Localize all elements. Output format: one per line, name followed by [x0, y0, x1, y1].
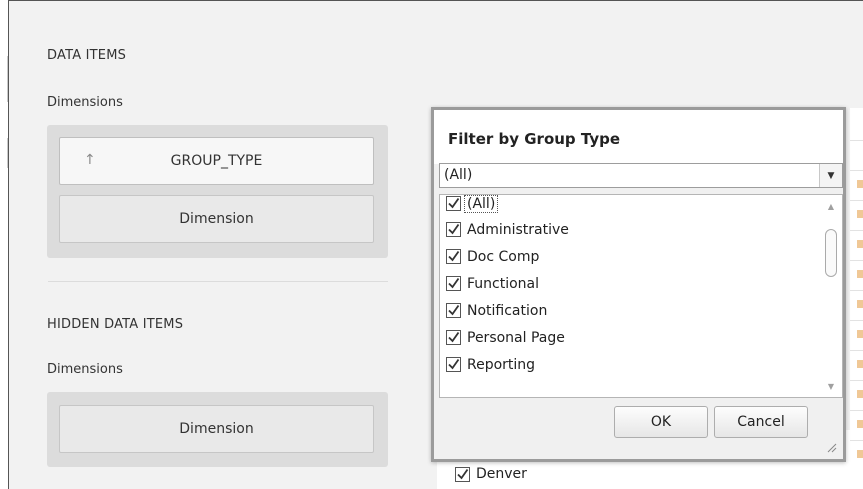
hidden-data-items-title: HIDDEN DATA ITEMS — [47, 317, 184, 332]
grid-row-line — [850, 200, 863, 201]
scroll-up-icon[interactable]: ▲ — [820, 197, 842, 215]
frame-border-top — [8, 0, 863, 1]
grid-row-line — [850, 230, 863, 231]
grid-row-line — [850, 350, 863, 351]
grid-cell-accent — [857, 360, 863, 368]
checkbox-checked-icon[interactable] — [455, 466, 470, 482]
grid-cell-accent — [857, 300, 863, 308]
checkbox-checked-icon[interactable] — [446, 276, 461, 291]
list-item-label: (All) — [463, 195, 499, 213]
grid-row-line — [850, 410, 863, 411]
grid-cell-accent — [857, 390, 863, 398]
sort-ascending-icon[interactable]: ↑ — [84, 152, 96, 168]
hidden-dimensions-drop-zone[interactable]: Dimension — [47, 392, 388, 467]
list-item-label: Administrative — [467, 221, 569, 238]
list-item-label: Notification — [467, 302, 548, 319]
list-item-administrative[interactable]: Administrative — [446, 216, 569, 243]
grid-row-line — [850, 170, 863, 171]
grid-cell-accent — [857, 240, 863, 248]
dimensions-drop-zone[interactable]: ↑ GROUP_TYPE Dimension — [47, 125, 388, 258]
checkbox-checked-icon[interactable] — [446, 196, 461, 211]
list-item-label: Personal Page — [467, 329, 565, 346]
frame-border-left — [8, 0, 9, 489]
background-grid — [850, 108, 863, 489]
group-type-label: GROUP_TYPE — [170, 153, 263, 169]
list-item-functional[interactable]: Functional — [446, 270, 539, 297]
grid-row-line — [850, 380, 863, 381]
grid-row-line — [850, 140, 863, 141]
data-items-title: DATA ITEMS — [47, 48, 127, 63]
scroll-down-icon[interactable]: ▼ — [820, 377, 842, 395]
dimension-placeholder[interactable]: Dimension — [59, 195, 374, 243]
filter-item-list[interactable]: (All) Administrative Doc Comp Functional — [439, 194, 843, 398]
list-item-personal-page[interactable]: Personal Page — [446, 324, 565, 351]
grid-row-line — [850, 290, 863, 291]
hidden-dimension-placeholder[interactable]: Dimension — [59, 405, 374, 453]
hidden-dimensions-label: Dimensions — [47, 362, 123, 377]
filter-combo[interactable]: (All) ▼ — [439, 163, 843, 188]
list-item-label: Functional — [467, 275, 540, 292]
list-item[interactable]: Denver — [455, 466, 527, 482]
grid-row-line — [850, 440, 863, 441]
list-item-label: Denver — [476, 466, 527, 482]
filter-popup: Filter by Group Type (All) ▼ (All) Admin… — [431, 107, 846, 462]
cancel-button[interactable]: Cancel — [714, 406, 808, 438]
list-item-doc-comp[interactable]: Doc Comp — [446, 243, 539, 270]
dropdown-arrow-icon[interactable]: ▼ — [819, 164, 842, 187]
list-scrollbar[interactable]: ▲ ▼ — [820, 195, 842, 397]
checkbox-checked-icon[interactable] — [446, 222, 461, 237]
ok-button[interactable]: OK — [614, 406, 708, 438]
grid-cell-accent — [857, 270, 863, 278]
resize-grip-icon[interactable] — [825, 441, 837, 453]
list-item-label: Doc Comp — [467, 248, 540, 265]
list-item-label: Reporting — [467, 356, 536, 373]
popup-title: Filter by Group Type — [448, 130, 621, 148]
grid-cell-accent — [857, 210, 863, 218]
list-item-all[interactable]: (All) — [446, 195, 499, 217]
combo-value: (All) — [444, 167, 473, 183]
section-divider — [48, 281, 388, 282]
left-panel-edge — [0, 0, 8, 489]
popup-header: Filter by Group Type — [434, 110, 843, 164]
grid-cell-accent — [857, 180, 863, 188]
grid-row-line — [850, 260, 863, 261]
checkbox-checked-icon[interactable] — [446, 330, 461, 345]
group-type-dimension-button[interactable]: ↑ GROUP_TYPE — [59, 137, 374, 185]
list-item-reporting[interactable]: Reporting — [446, 351, 535, 378]
scrollbar-thumb[interactable] — [825, 229, 837, 277]
grid-row-line — [850, 320, 863, 321]
list-item-notification[interactable]: Notification — [446, 297, 547, 324]
grid-cell-accent — [857, 330, 863, 338]
checkbox-checked-icon[interactable] — [446, 357, 461, 372]
checkbox-checked-icon[interactable] — [446, 303, 461, 318]
checkbox-checked-icon[interactable] — [446, 249, 461, 264]
grid-cell-accent — [857, 420, 863, 428]
grid-cell-accent — [857, 450, 863, 458]
dimensions-label: Dimensions — [47, 95, 123, 110]
